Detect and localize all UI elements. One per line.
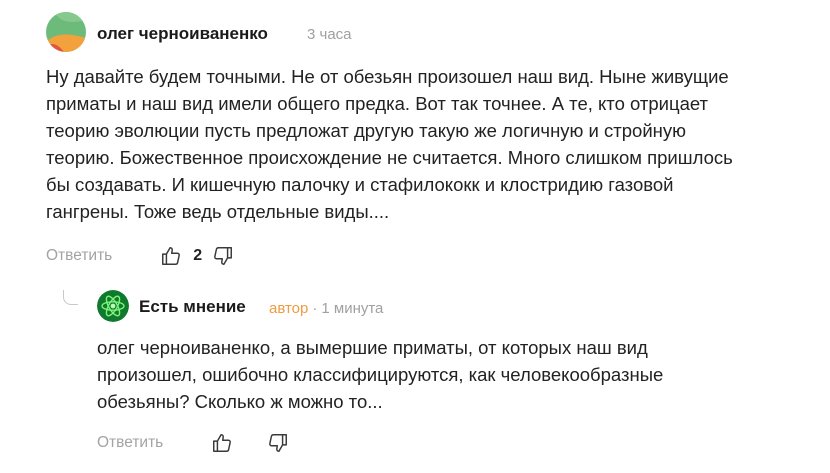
dislike-button[interactable] [212, 245, 234, 267]
comment-text-line: олег черноиваненко, а вымершие приматы, … [97, 337, 648, 358]
reply-button[interactable]: Ответить [46, 247, 112, 265]
like-count: 2 [193, 247, 203, 264]
comment-text-line: бы создавать. И кишечную палочку и стафи… [46, 174, 674, 195]
comment-text: Ну давайте будем точными. Не от обезьян … [46, 63, 733, 225]
comment-author[interactable]: Есть мнение [139, 297, 246, 317]
avatar[interactable] [97, 290, 129, 322]
comment-text-line: обезьяны? Сколько ж можно то... [97, 391, 383, 412]
thumbs-down-icon [269, 434, 288, 452]
comment-actions: Ответить 2 [46, 242, 234, 270]
thumbs-down-icon [214, 247, 233, 265]
thumbs-up-icon [213, 434, 232, 452]
comment-text: олег черноиваненко, а вымершие приматы, … [97, 334, 663, 415]
comment-text-line: Ну давайте будем точными. Не от обезьян … [46, 66, 729, 87]
meta-separator: · [312, 300, 318, 317]
comment-text-line: теорию эволюции пусть предложат другую т… [46, 120, 687, 141]
avatar-image [46, 12, 86, 52]
comment-text-line: произошел, ошибочно классифицируются, ка… [97, 364, 664, 385]
reply-button[interactable]: Ответить [97, 434, 163, 452]
comment-meta: автор · 1 минута [269, 300, 383, 317]
thread-connector [63, 290, 78, 305]
comment-text-line: гангрены. Тоже ведь отдельные виды.... [46, 201, 390, 222]
author-badge: автор [269, 300, 309, 317]
like-button[interactable] [211, 432, 233, 454]
comment-time: 1 минута [321, 300, 384, 317]
avatar[interactable] [46, 12, 86, 52]
comment-text-line: теорию. Божественное происхождение не сч… [46, 147, 733, 168]
atom-icon [97, 290, 129, 322]
thumbs-up-icon [162, 247, 181, 265]
comment-time: 3 часа [307, 26, 352, 43]
like-button[interactable]: 2 [160, 245, 202, 267]
comment-actions: Ответить [97, 429, 289, 457]
comment-text-line: приматы и наш вид имели общего предка. В… [46, 93, 709, 114]
comment-author[interactable]: олег черноиваненко [97, 24, 268, 44]
dislike-button[interactable] [267, 432, 289, 454]
